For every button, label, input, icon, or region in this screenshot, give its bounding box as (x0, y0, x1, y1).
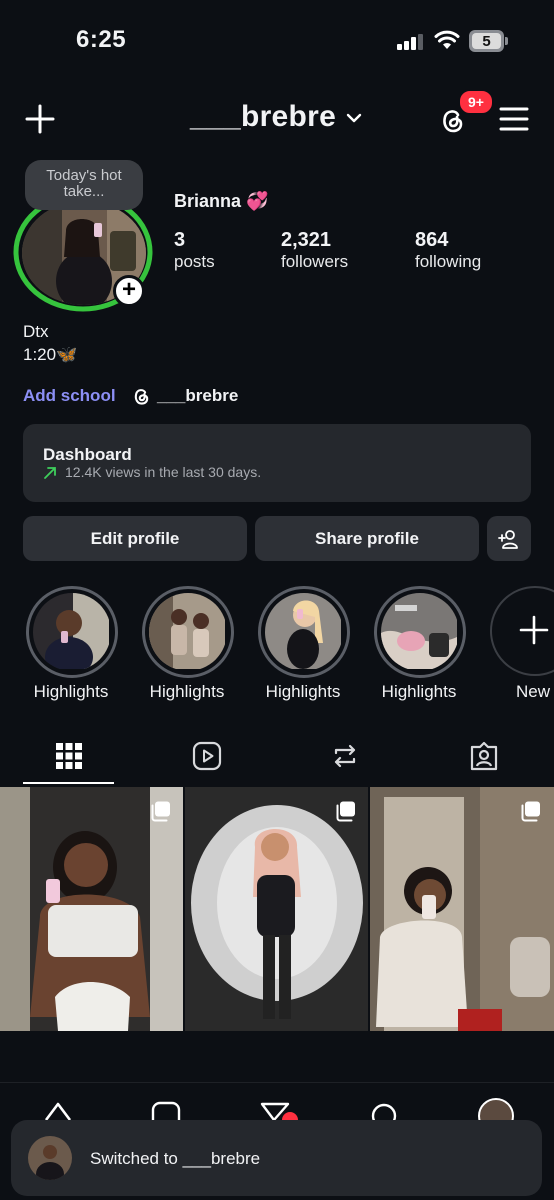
direct-message-icon[interactable] (258, 1100, 298, 1122)
stat-posts[interactable]: 3 posts (174, 229, 215, 272)
threads-handle-link[interactable]: ___brebre (157, 386, 238, 406)
active-tab-indicator (23, 782, 114, 784)
edit-profile-button[interactable]: Edit profile (23, 516, 247, 561)
discover-people-button[interactable] (487, 516, 531, 561)
highlight-label: Highlights (265, 682, 341, 701)
toast-message: Switched to ___brebre (90, 1149, 261, 1168)
profile-full-name: Brianna 💞 (174, 191, 269, 211)
tagged-tab-icon[interactable] (469, 741, 499, 771)
add-story-button[interactable]: + (113, 275, 145, 307)
multiple-photos-icon (521, 801, 540, 822)
highlight-circle[interactable] (26, 586, 118, 678)
toast-avatar (28, 1136, 72, 1180)
add-school-link[interactable]: Add school (23, 386, 116, 406)
create-plus-icon[interactable] (24, 103, 56, 135)
highlight-label: Highlights (381, 682, 457, 701)
highlight-circle[interactable] (142, 586, 234, 678)
highlight-label: Highlights (149, 682, 225, 701)
chevron-down-icon[interactable] (346, 112, 362, 124)
profile-username-switcher[interactable]: ___brebre (190, 100, 336, 134)
threads-icon[interactable] (130, 385, 152, 407)
post-thumbnail[interactable] (185, 787, 368, 1031)
cellular-signal-icon (397, 34, 423, 50)
bio-line: 1:20🦋 (23, 345, 78, 364)
stat-label: following (415, 252, 482, 271)
reels-tab-icon[interactable] (192, 741, 222, 771)
home-icon[interactable] (42, 1100, 74, 1122)
profile-note-bubble[interactable]: Today's hot take... (25, 160, 143, 210)
highlight-circle[interactable] (258, 586, 350, 678)
dashboard-views-summary: 12.4K views in the last 30 days. (65, 464, 262, 480)
plus-icon (519, 615, 549, 645)
stat-value: 3 (174, 229, 186, 251)
stat-label: followers (281, 252, 349, 271)
grid-tab-icon[interactable] (54, 741, 84, 771)
hamburger-menu-icon[interactable] (499, 106, 529, 132)
battery-level: 5 (472, 33, 501, 50)
trend-up-arrow-icon (44, 467, 56, 479)
stat-value: 2,321 (281, 229, 332, 251)
bio-line: Dtx (23, 322, 49, 341)
stat-value: 864 (415, 229, 449, 251)
wifi-icon (434, 30, 460, 49)
stat-followers[interactable]: 2,321 followers (281, 229, 348, 272)
multiple-photos-icon (336, 801, 355, 822)
highlight-circle[interactable] (374, 586, 466, 678)
post-thumbnail[interactable] (370, 787, 554, 1031)
dashboard-title: Dashboard (43, 445, 132, 464)
stat-label: posts (174, 252, 215, 271)
search-icon[interactable] (368, 1100, 400, 1122)
share-profile-button[interactable]: Share profile (255, 516, 479, 561)
highlight-label: Highlights (33, 682, 109, 701)
notification-badge: 9+ (458, 89, 494, 115)
battery-indicator: 5 (469, 30, 509, 52)
multiple-photos-icon (151, 801, 170, 822)
highlight-label-new: New (516, 682, 551, 701)
status-time: 6:25 (76, 26, 127, 53)
stat-following[interactable]: 864 following (415, 229, 481, 272)
post-thumbnail[interactable] (0, 787, 183, 1031)
reels-nav-icon[interactable] (150, 1100, 182, 1122)
reposts-tab-icon[interactable] (330, 741, 360, 771)
add-person-icon (498, 529, 518, 549)
